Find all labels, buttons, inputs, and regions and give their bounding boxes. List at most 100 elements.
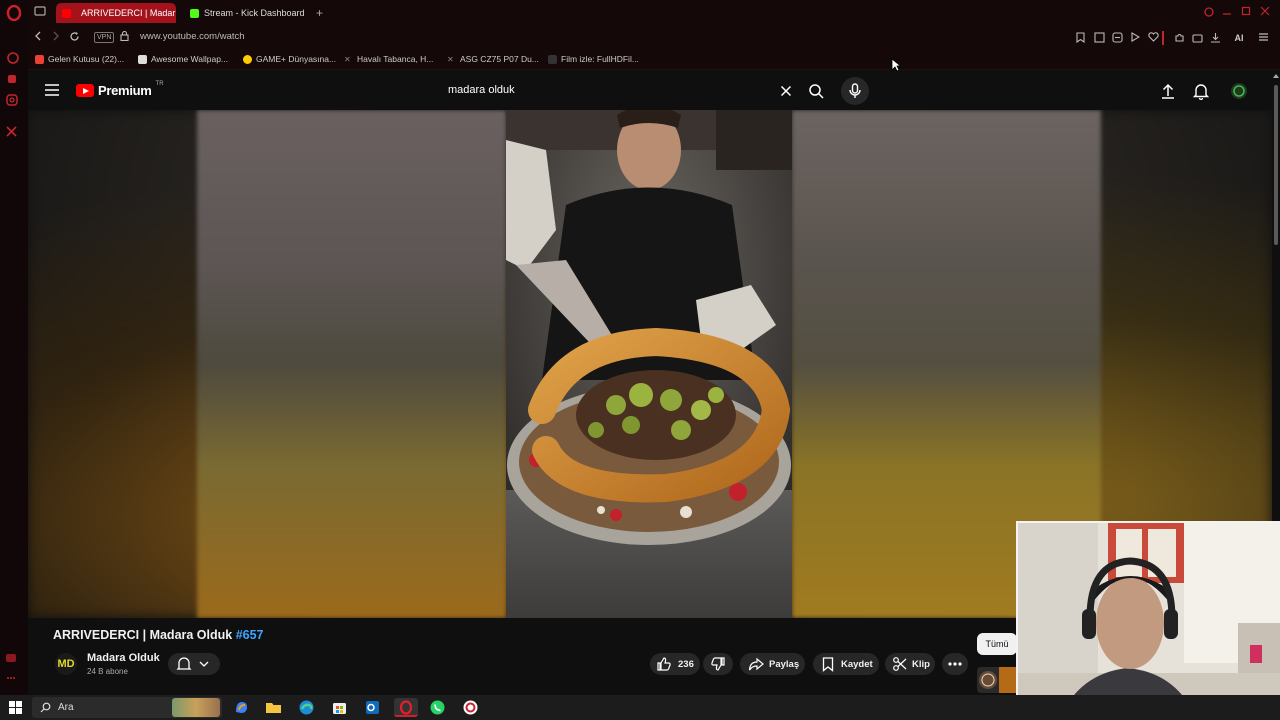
upload-icon[interactable]: [1159, 82, 1177, 100]
extensions-icon[interactable]: [1174, 32, 1186, 44]
url-field[interactable]: www.youtube.com/watch: [140, 31, 245, 42]
film-icon: [548, 54, 557, 64]
outlook-icon[interactable]: [363, 698, 382, 717]
youtube-header: Premium TR madara olduk: [28, 71, 1272, 110]
heart-icon[interactable]: [1148, 32, 1160, 44]
microphone-icon: [849, 83, 861, 98]
bookmark-item[interactable]: Awesome Wallpap...: [138, 54, 228, 64]
youtube-premium-logo[interactable]: Premium TR: [76, 81, 164, 98]
messenger-icon[interactable]: [6, 51, 22, 67]
gameplus-icon: [243, 54, 252, 64]
forward-icon[interactable]: [51, 31, 65, 45]
notifications-bell-icon[interactable]: [1192, 82, 1210, 100]
save-icon: [822, 657, 834, 672]
bookmark-item[interactable]: Film izle: FullHDFil...: [548, 54, 639, 64]
opera-gx-taskbar-icon[interactable]: [394, 698, 418, 717]
chip-all[interactable]: Tümü: [977, 633, 1017, 655]
close-window-icon[interactable]: [1260, 6, 1274, 20]
wallet-icon[interactable]: [1192, 32, 1204, 44]
new-tab-button[interactable]: +: [310, 3, 330, 23]
bookmark-page-icon[interactable]: [1076, 32, 1088, 44]
windows-taskbar: Ara: [0, 695, 1280, 720]
windows-start-icon[interactable]: [9, 701, 22, 714]
scissors-icon: [893, 657, 907, 671]
more-actions-button[interactable]: [942, 653, 968, 675]
video-still-image: [506, 110, 792, 618]
bookmark-item[interactable]: GAME+ Dünyasına...: [243, 54, 336, 64]
webcam-overlay: [1016, 521, 1280, 720]
hamburger-menu-icon[interactable]: [45, 84, 59, 96]
whatsapp-icon[interactable]: [428, 698, 447, 717]
scroll-up-arrow-icon[interactable]: [1273, 74, 1279, 78]
search-icon[interactable]: [808, 83, 824, 99]
blurred-background-left: [197, 110, 506, 618]
tab-label: Stream - Kick Dashboard: [204, 8, 304, 18]
channel-name[interactable]: Madara Olduk: [87, 652, 160, 664]
subscriber-count: 24 B abone: [87, 667, 128, 676]
sidebar-bottom-icon[interactable]: [6, 654, 22, 670]
scroll-thumb[interactable]: [1274, 85, 1278, 245]
taskbar-search[interactable]: Ara: [32, 697, 222, 718]
tab-strip: ARRIVEDERCI | Madar Stream - Kick Dashbo…: [28, 0, 1280, 26]
minimize-icon[interactable]: [1222, 6, 1236, 20]
copilot-icon[interactable]: [232, 698, 251, 717]
clip-button[interactable]: Klip: [885, 653, 935, 675]
bookmark-item[interactable]: Gelen Kutusu (22)...: [35, 54, 124, 64]
app-icon[interactable]: [461, 698, 480, 717]
subscribed-notifications-button[interactable]: [168, 653, 220, 675]
dislike-button[interactable]: [703, 653, 733, 675]
tab-youtube[interactable]: ARRIVEDERCI | Madar: [56, 3, 176, 23]
gun-icon: ✕: [447, 54, 454, 64]
separator-line: [1162, 31, 1165, 45]
wallpaper-icon: [138, 54, 147, 64]
tab-search-icon[interactable]: [1203, 6, 1217, 20]
bell-icon: [176, 657, 192, 670]
share-button[interactable]: Paylaş: [740, 653, 805, 675]
more-icon[interactable]: [6, 676, 22, 692]
clear-search-icon[interactable]: [778, 83, 794, 99]
hashtag-link[interactable]: #657: [236, 628, 264, 642]
instagram-icon[interactable]: [6, 94, 22, 110]
edge-icon[interactable]: [297, 698, 316, 717]
mouse-cursor-icon: [891, 58, 901, 72]
opera-logo-icon[interactable]: [6, 5, 22, 21]
search-icon: [40, 702, 51, 713]
channel-avatar[interactable]: MD: [55, 653, 77, 675]
tab-label: ARRIVEDERCI | Madar: [81, 8, 176, 18]
snapshot-icon[interactable]: [1094, 32, 1106, 44]
youtube-favicon-icon: [62, 8, 71, 18]
easy-setup-icon[interactable]: [1258, 32, 1270, 44]
search-highlight-image: [172, 698, 220, 717]
account-avatar[interactable]: [1230, 82, 1248, 100]
bookmark-item[interactable]: ✕ Havalı Tabanca, H...: [344, 54, 433, 64]
microsoft-store-icon[interactable]: [330, 698, 349, 717]
tab-kick[interactable]: Stream - Kick Dashboard: [184, 3, 304, 23]
workspaces-icon[interactable]: [34, 6, 48, 20]
bookmark-item[interactable]: ✕ ASG CZ75 P07 Du...: [447, 54, 539, 64]
reload-icon[interactable]: [69, 31, 83, 45]
save-button[interactable]: Kaydet: [813, 653, 879, 675]
more-horizontal-icon: [948, 662, 962, 666]
sidebar-app-icon[interactable]: [6, 73, 22, 89]
download-icon[interactable]: [1210, 32, 1222, 44]
search-input[interactable]: madara olduk: [438, 79, 798, 103]
vpn-badge[interactable]: VPN: [94, 32, 115, 43]
video-title: ARRIVEDERCI | Madara Olduk #657: [53, 628, 264, 642]
aria-ai-button[interactable]: AI: [1228, 32, 1250, 44]
bookmarks-bar: Gelen Kutusu (22)... Awesome Wallpap... …: [28, 50, 1280, 70]
share-icon: [748, 657, 764, 671]
opera-sidebar: [0, 0, 28, 695]
back-icon[interactable]: [33, 31, 47, 45]
youtube-play-icon: [76, 84, 94, 97]
maximize-icon[interactable]: [1241, 6, 1255, 20]
video-frame[interactable]: [506, 110, 792, 618]
related-thumbnail[interactable]: [977, 667, 1017, 693]
gun-icon: ✕: [344, 54, 351, 64]
voice-search-button[interactable]: [841, 77, 869, 105]
player-icon[interactable]: [1130, 32, 1142, 44]
adblock-icon[interactable]: [1112, 32, 1124, 44]
x-twitter-icon[interactable]: [6, 126, 22, 142]
lock-icon[interactable]: [120, 31, 134, 45]
like-button[interactable]: 236: [650, 653, 700, 675]
file-explorer-icon[interactable]: [264, 698, 283, 717]
